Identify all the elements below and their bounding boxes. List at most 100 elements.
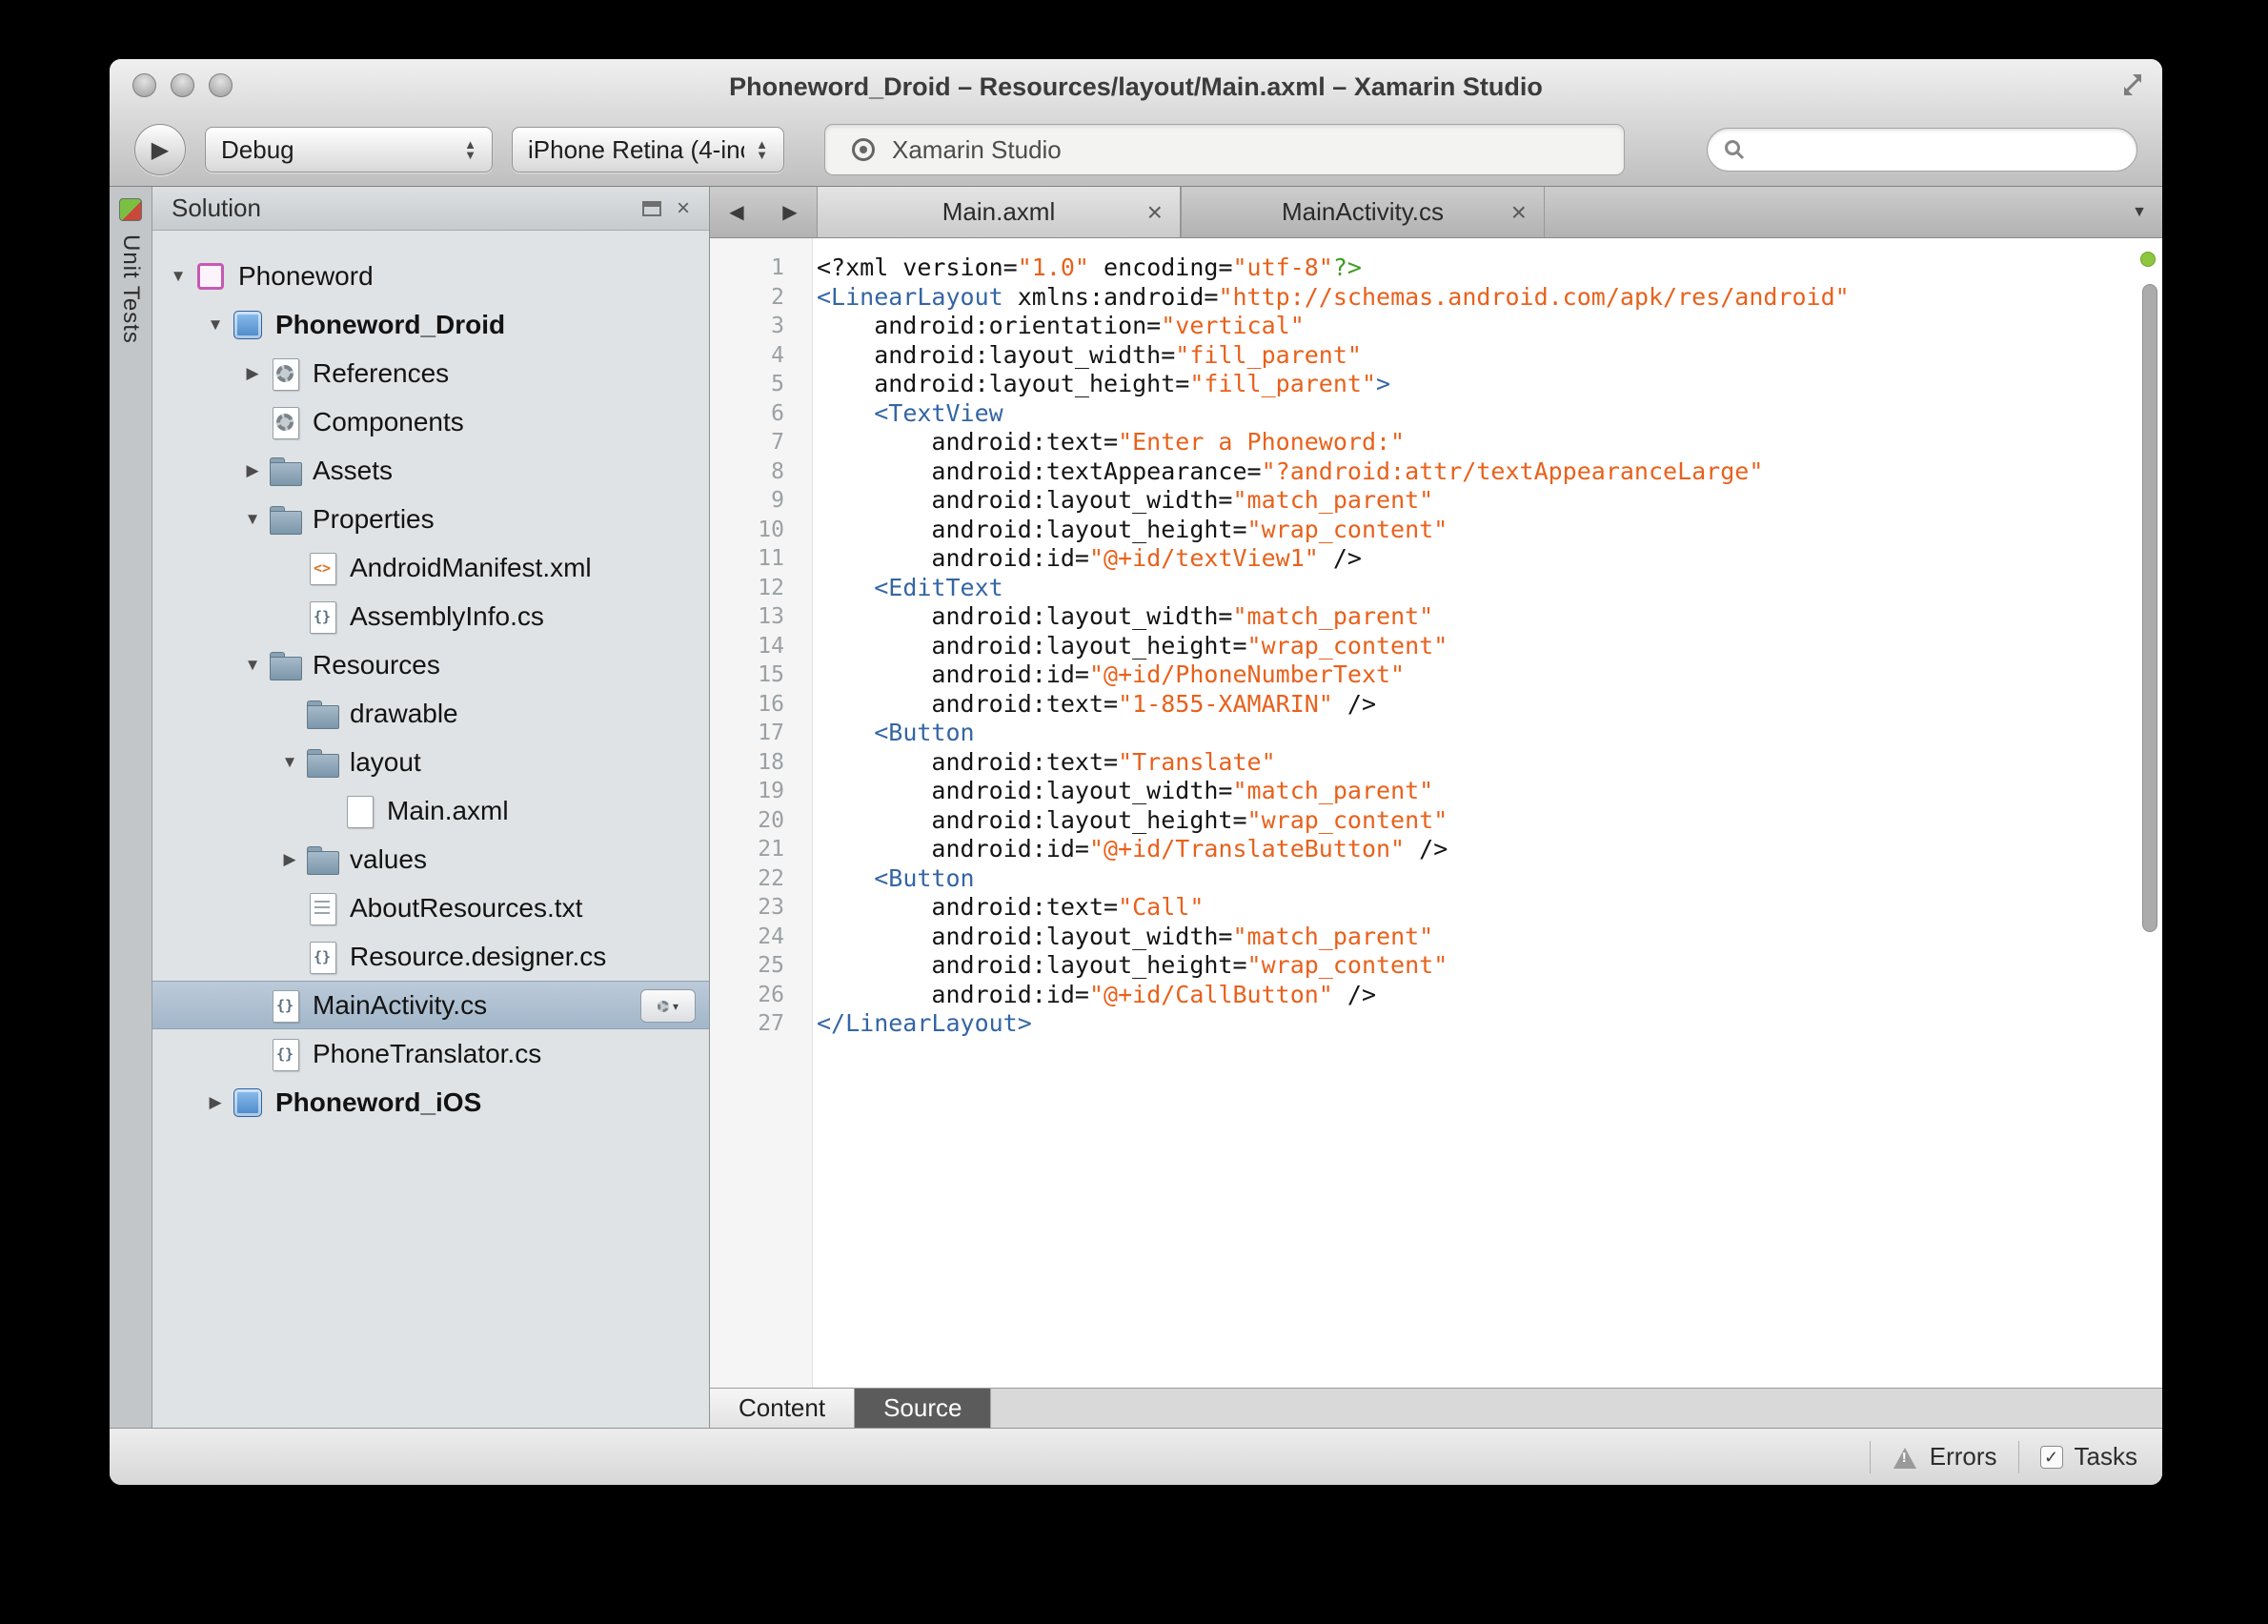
code-line: 2 <LinearLayout xmlns:android="http://sch… — [710, 283, 2162, 313]
errors-label: Errors — [1929, 1442, 1997, 1471]
tasks-button[interactable]: ✓ Tasks — [2039, 1442, 2137, 1472]
tree-item-references[interactable]: ▶ References — [152, 349, 709, 397]
close-icon[interactable]: × — [1147, 197, 1163, 228]
auto-hide-icon[interactable] — [641, 200, 661, 216]
expander-down-icon[interactable]: ▼ — [164, 267, 192, 286]
configuration-selector[interactable]: Debug ▲ ▼ — [205, 127, 493, 173]
tree-item-main-axml[interactable]: Main.axml — [152, 786, 709, 835]
tree-item-androidmanifest-xml[interactable]: <> AndroidManifest.xml — [152, 543, 709, 592]
tree-item-label: Resource.designer.cs — [350, 941, 607, 971]
csfile-icon: {} — [269, 1038, 301, 1071]
close-window-button[interactable] — [132, 73, 156, 97]
tree-item-label: Phoneword_Droid — [275, 309, 506, 339]
search-input[interactable] — [1755, 135, 2121, 164]
code-line: 13 android:layout_width="match_parent" — [710, 602, 2162, 632]
tree-item-assets[interactable]: ▶ Assets — [152, 446, 709, 495]
line-number: 15 — [758, 662, 784, 687]
stepper-icon: ▲ ▼ — [464, 137, 476, 162]
tree-item-phoneword-ios[interactable]: ▶ Phoneword_iOS — [152, 1078, 709, 1127]
item-options-button[interactable]: ▾ — [640, 989, 696, 1023]
expander-right-icon[interactable]: ▶ — [275, 850, 304, 869]
code-text: android:layout_width="match_parent" — [817, 922, 1434, 950]
errors-button[interactable]: Errors — [1892, 1442, 1997, 1472]
tasks-label: Tasks — [2074, 1442, 2137, 1471]
code-line: 17 <Button — [710, 719, 2162, 748]
tab-label: Main.axml — [942, 197, 1056, 226]
expander-right-icon[interactable]: ▶ — [201, 1093, 230, 1112]
line-number: 18 — [758, 749, 784, 775]
tab-content-view[interactable]: Content — [710, 1389, 856, 1428]
folder-icon — [269, 503, 302, 536]
tree-item-resource-designer-cs[interactable]: {} Resource.designer.cs — [152, 932, 709, 981]
tree-item-label: values — [350, 843, 427, 874]
txtfile-icon — [306, 892, 338, 925]
tree-item-phoneword[interactable]: ▼ Phoneword — [152, 252, 709, 300]
status-bar: Errors ✓ Tasks — [110, 1428, 2162, 1485]
device-label: iPhone Retina (4-inch — [528, 134, 745, 164]
checkbox-icon: ✓ — [2039, 1445, 2063, 1469]
expander-right-icon[interactable]: ▶ — [238, 461, 267, 480]
code-line: 7 android:text="Enter a Phoneword:" — [710, 428, 2162, 457]
main-toolbar: ▶ Debug ▲ ▼ iPhone Retina (4-inch ▲ ▼ Xama… — [110, 112, 2162, 187]
expander-down-icon[interactable]: ▼ — [238, 510, 267, 529]
zoom-window-button[interactable] — [209, 73, 233, 97]
code-text: android:text="Enter a Phoneword:" — [817, 428, 1406, 456]
line-number: 7 — [771, 430, 784, 455]
editor-tab-bar: ◀ ▶ Main.axml × MainActivity.cs × ▼ — [710, 187, 2162, 238]
run-button[interactable]: ▶ — [134, 124, 186, 175]
device-selector[interactable]: iPhone Retina (4-inch ▲ ▼ — [512, 127, 784, 173]
gear-icon — [276, 413, 294, 431]
code-text: <TextView — [874, 398, 1003, 427]
code-line: 23 android:text="Call" — [710, 893, 2162, 923]
close-pad-icon[interactable]: × — [677, 196, 690, 219]
tree-item-properties[interactable]: ▼ Properties — [152, 495, 709, 543]
expander-down-icon[interactable]: ▼ — [275, 753, 304, 772]
close-icon[interactable]: × — [1511, 197, 1527, 228]
navigate-back-button[interactable]: ◀ — [710, 187, 763, 237]
expander-down-icon[interactable]: ▼ — [201, 315, 230, 335]
tab-source-view[interactable]: Source — [855, 1389, 992, 1428]
line-number: 19 — [758, 779, 784, 803]
tab-mainactivity-cs[interactable]: MainActivity.cs × — [1181, 187, 1545, 237]
search-field[interactable] — [1707, 128, 2137, 172]
search-icon — [1725, 140, 1745, 160]
tree-item-drawable[interactable]: drawable — [152, 689, 709, 738]
tab-overflow-icon[interactable]: ▼ — [2132, 187, 2147, 237]
unit-tests-tab[interactable]: Unit Tests — [117, 234, 144, 344]
divider — [2017, 1440, 2019, 1473]
tree-item-resources[interactable]: ▼ Resources — [152, 640, 709, 689]
resize-icon[interactable] — [2120, 72, 2145, 97]
solution-pad-header: Solution × — [152, 187, 709, 231]
folder-icon — [269, 455, 302, 487]
line-number: 17 — [758, 721, 784, 745]
tab-main-axml[interactable]: Main.axml × — [817, 187, 1181, 237]
navigate-forward-button[interactable]: ▶ — [763, 187, 817, 237]
code-text: android:layout_height="wrap_content" — [817, 631, 1448, 660]
code-text: android:id="@+id/textView1" /> — [817, 544, 1362, 572]
tree-item-phonetranslator-cs[interactable]: {} PhoneTranslator.cs — [152, 1029, 709, 1078]
minimize-window-button[interactable] — [171, 73, 194, 97]
tree-item-layout[interactable]: ▼ layout — [152, 738, 709, 786]
code-text: android:layout_width="fill_parent" — [817, 340, 1362, 369]
tree-item-values[interactable]: ▶ values — [152, 835, 709, 883]
code-text: <Button — [874, 719, 975, 746]
left-dock-strip: Unit Tests — [110, 187, 152, 1428]
vertical-scrollbar-thumb[interactable] — [2142, 284, 2157, 932]
expander-right-icon[interactable]: ▶ — [238, 364, 267, 383]
line-number: 27 — [758, 1011, 784, 1036]
expander-down-icon[interactable]: ▼ — [238, 656, 267, 675]
code-editor[interactable]: 1 <?xml version="1.0" encoding="utf-8"?> 2… — [710, 238, 2162, 1388]
tree-item-mainactivity-cs[interactable]: {} MainActivity.cs ▾ — [152, 981, 709, 1029]
tree-item-phoneword-droid[interactable]: ▼ Phoneword_Droid — [152, 300, 709, 349]
code-line: 5 android:layout_height="fill_parent"> — [710, 370, 2162, 399]
tree-item-label: References — [313, 357, 450, 388]
tree-item-components[interactable]: Components — [152, 397, 709, 446]
line-number: 22 — [758, 865, 784, 891]
view-switcher: Content Source — [710, 1388, 2162, 1428]
tree-item-assemblyinfo-cs[interactable]: {} AssemblyInfo.cs — [152, 592, 709, 640]
tree-item-aboutresources-txt[interactable]: AboutResources.txt — [152, 883, 709, 932]
tree-item-label: layout — [350, 746, 421, 777]
csfile-icon: {} — [306, 600, 338, 634]
tab-label: MainActivity.cs — [1282, 197, 1444, 226]
tree-item-label: Phoneword_iOS — [275, 1086, 482, 1117]
